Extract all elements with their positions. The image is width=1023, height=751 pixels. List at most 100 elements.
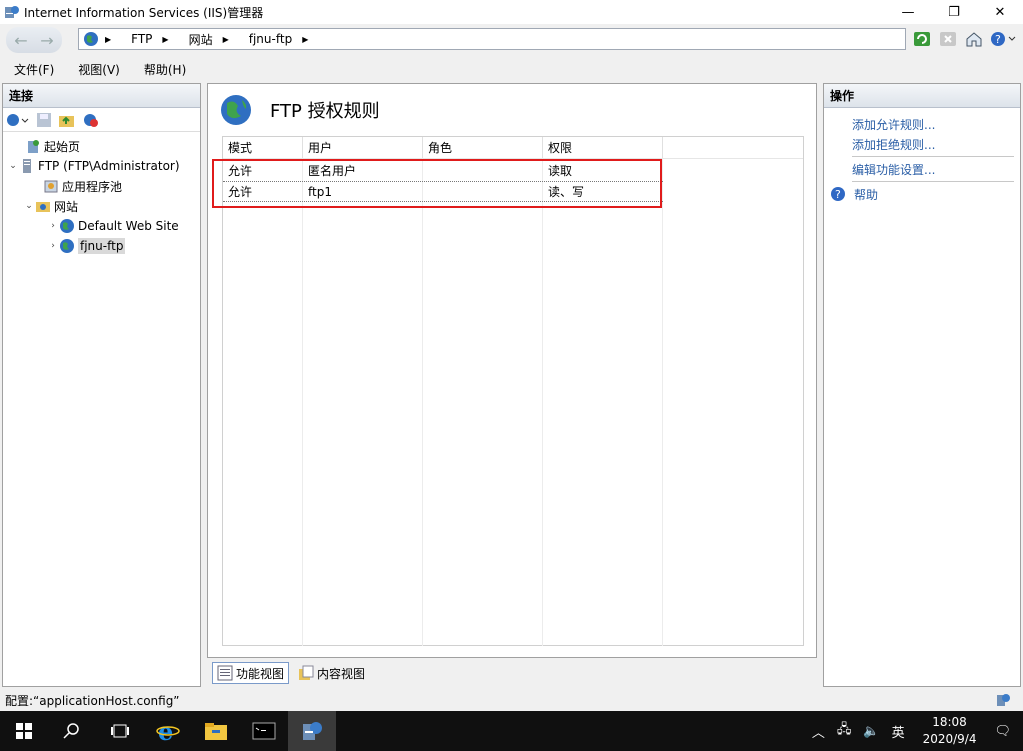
globe-icon xyxy=(60,239,74,253)
file-explorer-button[interactable] xyxy=(192,711,240,751)
start-button[interactable] xyxy=(0,711,48,751)
page-title: FTP 授权规则 xyxy=(270,101,380,122)
add-deny-rule-link[interactable]: 添加拒绝规则... xyxy=(824,134,1020,154)
actions-pane: 操作 添加允许规则... 添加拒绝规则... 编辑功能设置... ? 帮助 xyxy=(823,83,1021,687)
breadcrumb-ftp[interactable]: FTP xyxy=(131,32,152,46)
address-input[interactable]: ▶ FTP ▶ 网站 ▶ fjnu-ftp ▶ xyxy=(78,28,906,50)
breadcrumb-arrow[interactable]: ▶ xyxy=(162,35,178,44)
menu-file[interactable]: 文件(F) xyxy=(4,61,64,78)
breadcrumb-root-arrow[interactable]: ▶ xyxy=(105,35,121,44)
clock[interactable]: 18:08 2020/9/4 xyxy=(923,714,977,748)
breadcrumb-fjnu-ftp[interactable]: fjnu-ftp xyxy=(249,32,292,46)
notification-icon[interactable]: 🗨 xyxy=(994,724,1011,739)
divider xyxy=(852,156,1014,157)
rules-list: 模式 用户 角色 权限 允许 匿名用户 读取 允许 ftp1 读、写 xyxy=(212,136,804,646)
refresh-icon[interactable] xyxy=(911,28,933,50)
connect-icon[interactable] xyxy=(6,112,30,128)
task-view-icon xyxy=(111,724,129,738)
expand-chevron-icon[interactable]: › xyxy=(47,241,59,251)
start-page-icon xyxy=(28,140,39,153)
ime-indicator[interactable]: 英 xyxy=(892,722,905,741)
tree-item-fjnu-ftp[interactable]: › fjnu-ftp xyxy=(3,236,200,256)
help-dropdown-icon[interactable]: ? xyxy=(989,28,1019,50)
status-bar: 配置:“applicationHost.config” xyxy=(0,689,1023,711)
task-view-button[interactable] xyxy=(96,711,144,751)
column-header-user[interactable]: 用户 xyxy=(303,137,423,158)
tree-item-sites[interactable]: ⌄ 网站 xyxy=(3,196,200,216)
minimize-button[interactable]: — xyxy=(885,0,931,24)
volume-icon[interactable]: 🔈 xyxy=(863,724,879,739)
app-pool-icon xyxy=(44,180,58,193)
internet-explorer-icon: e xyxy=(156,719,180,743)
tree-item-app-pools[interactable]: 应用程序池 xyxy=(3,176,200,196)
feature-pane: FTP 授权规则 模式 用户 角色 权限 允许 匿名用户 读取 允许 ftp1 … xyxy=(207,83,817,658)
ftp-globe-icon xyxy=(221,95,251,125)
clock-time: 18:08 xyxy=(932,715,967,729)
column-header-role[interactable]: 角色 xyxy=(423,137,543,158)
tray-overflow-chevron-icon[interactable]: ︿ xyxy=(812,722,825,741)
forward-button[interactable]: → xyxy=(36,29,58,51)
windows-logo-icon xyxy=(16,723,32,739)
menu-bar: 文件(F) 视图(V) 帮助(H) xyxy=(0,58,1023,80)
home-icon[interactable] xyxy=(963,28,985,50)
title-bar: Internet Information Services (IIS)管理器 —… xyxy=(0,0,1023,24)
connections-tree: 起始页 ⌄ FTP (FTP\Administrator) 应用程序池 ⌄ 网站… xyxy=(3,132,200,256)
connections-header: 连接 xyxy=(3,84,200,108)
svg-text:e: e xyxy=(158,719,173,743)
tree-item-server[interactable]: ⌄ FTP (FTP\Administrator) xyxy=(3,156,200,176)
edit-feature-settings-link[interactable]: 编辑功能设置... xyxy=(824,159,1020,179)
breadcrumb-sites[interactable]: 网站 xyxy=(189,31,213,48)
cell-user: 匿名用户 xyxy=(308,164,357,178)
iis-manager-button[interactable] xyxy=(288,711,336,751)
menu-view[interactable]: 视图(V) xyxy=(68,61,130,78)
add-allow-rule-link[interactable]: 添加允许规则... xyxy=(824,114,1020,134)
globe-icon xyxy=(60,219,74,233)
server-status-icon xyxy=(997,694,1010,706)
command-prompt-button[interactable] xyxy=(240,711,288,751)
expand-chevron-icon[interactable]: › xyxy=(47,221,59,231)
tree-item-default-web-site[interactable]: › Default Web Site xyxy=(3,216,200,236)
disconnect-icon[interactable] xyxy=(82,112,100,128)
column-header-permission[interactable]: 权限 xyxy=(543,137,663,158)
search-button[interactable] xyxy=(48,711,96,751)
iis-app-icon xyxy=(5,6,19,18)
column-header-mode[interactable]: 模式 xyxy=(223,137,303,158)
tree-item-start-page[interactable]: 起始页 xyxy=(3,136,200,156)
system-tray: ︿ 🖧 🔈 英 18:08 2020/9/4 🗨 xyxy=(806,711,1023,751)
actions-header: 操作 xyxy=(824,84,1020,108)
table-row[interactable]: 允许 匿名用户 读取 xyxy=(223,160,663,181)
connections-toolbar xyxy=(3,108,200,132)
list-header: 模式 用户 角色 权限 xyxy=(223,137,803,159)
search-icon xyxy=(63,723,79,739)
cell-mode: 允许 xyxy=(228,185,253,199)
connections-pane: 连接 起始页 ⌄ FTP (FTP\Administrator) 应用程序池 ⌄… xyxy=(2,83,201,687)
close-button[interactable]: ✕ xyxy=(977,0,1023,24)
menu-help[interactable]: 帮助(H) xyxy=(134,61,196,78)
cell-permission: 读取 xyxy=(548,164,573,178)
sites-folder-icon xyxy=(36,202,50,212)
feature-header: FTP 授权规则 xyxy=(220,94,380,126)
status-text: 配置:“applicationHost.config” xyxy=(5,693,180,708)
save-icon[interactable] xyxy=(36,112,52,128)
back-button[interactable]: ← xyxy=(10,29,32,51)
help-link[interactable]: ? 帮助 xyxy=(824,184,1020,204)
cell-user: ftp1 xyxy=(308,184,332,199)
svg-text:?: ? xyxy=(835,188,841,201)
breadcrumb-arrow[interactable]: ▶ xyxy=(302,35,318,44)
stop-icon[interactable] xyxy=(937,28,959,50)
tab-feature-view[interactable]: 功能视图 xyxy=(212,662,290,684)
folder-icon xyxy=(205,723,227,740)
collapse-chevron-icon[interactable]: ⌄ xyxy=(7,161,19,171)
up-folder-icon[interactable] xyxy=(58,112,76,128)
address-bar: ← → ▶ FTP ▶ 网站 ▶ fjnu-ftp ▶ ? xyxy=(0,24,1023,56)
server-icon xyxy=(23,159,31,173)
taskbar: e ︿ 🖧 🔈 英 18:08 2020/9/4 🗨 xyxy=(0,711,1023,751)
maximize-button[interactable]: ❐ xyxy=(931,0,977,24)
table-row[interactable]: 允许 ftp1 读、写 xyxy=(223,181,663,202)
clock-date: 2020/9/4 xyxy=(922,732,977,746)
ie-button[interactable]: e xyxy=(144,711,192,751)
collapse-chevron-icon[interactable]: ⌄ xyxy=(23,201,35,211)
network-icon[interactable]: 🖧 xyxy=(837,720,852,742)
breadcrumb-arrow[interactable]: ▶ xyxy=(223,35,239,44)
tab-content-view[interactable]: 内容视图 xyxy=(293,662,370,684)
